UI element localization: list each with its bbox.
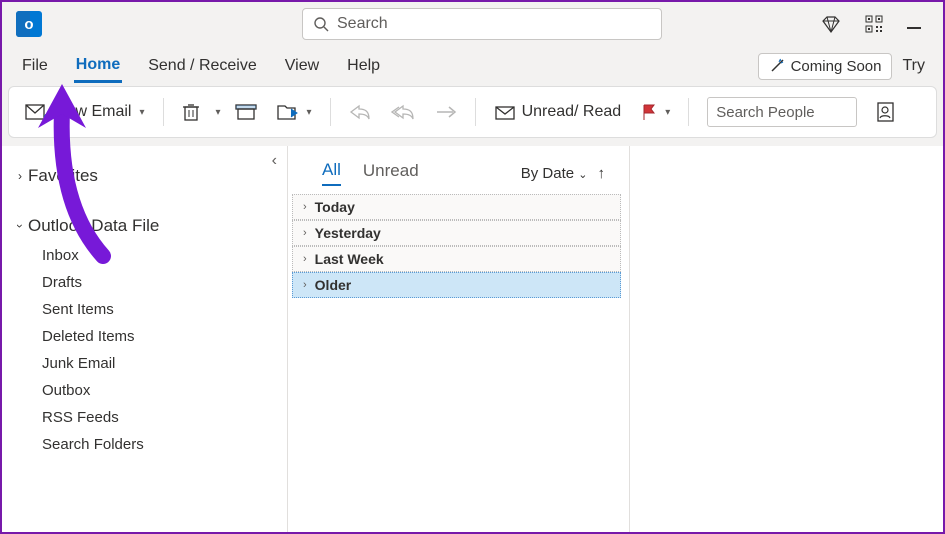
move-icon (277, 103, 299, 121)
new-email-icon (25, 102, 49, 122)
reply-icon (349, 103, 371, 121)
premium-icon[interactable] (821, 14, 841, 34)
reply-all-button[interactable] (385, 99, 421, 125)
data-file-section[interactable]: › Outlook Data File (2, 210, 287, 242)
ribbon: New Email ▾ ▾ ▾ Unread/ Read ▾ Search Pe… (8, 86, 937, 138)
reply-all-icon (391, 103, 415, 121)
wand-icon (769, 58, 785, 74)
reading-pane (630, 146, 943, 532)
separator (475, 98, 476, 126)
favorites-section[interactable]: › Favorites (2, 160, 287, 192)
chevron-right-icon: › (303, 227, 307, 239)
folder-sidebar: ‹ › Favorites › Outlook Data File Inbox … (2, 146, 288, 532)
menu-view[interactable]: View (283, 51, 321, 81)
folder-search-folders[interactable]: Search Folders (2, 431, 287, 458)
search-icon (313, 16, 329, 32)
folder-rss-feeds[interactable]: RSS Feeds (2, 404, 287, 431)
chevron-down-icon: ⌄ (578, 169, 587, 181)
chevron-down-icon: ▾ (307, 107, 312, 118)
chevron-right-icon: › (18, 169, 22, 183)
new-email-button[interactable]: New Email ▾ (19, 98, 151, 126)
separator (688, 98, 689, 126)
folder-deleted-items[interactable]: Deleted Items (2, 323, 287, 350)
menu-file[interactable]: File (20, 51, 50, 81)
chevron-down-icon[interactable]: ▾ (216, 107, 221, 118)
folder-drafts[interactable]: Drafts (2, 269, 287, 296)
minimize-button[interactable] (907, 27, 921, 29)
favorites-label: Favorites (28, 166, 98, 186)
chevron-down-icon: ▾ (665, 107, 670, 118)
folder-junk-email[interactable]: Junk Email (2, 350, 287, 377)
group-older[interactable]: ›Older (292, 272, 621, 298)
collapse-sidebar-icon[interactable]: ‹ (272, 152, 277, 170)
unread-read-button[interactable]: Unread/ Read (488, 99, 628, 125)
reply-button[interactable] (343, 99, 377, 125)
unread-read-label: Unread/ Read (522, 103, 622, 121)
search-placeholder: Search (337, 15, 388, 33)
coming-soon-button[interactable]: Coming Soon (758, 53, 893, 80)
trash-icon (182, 102, 200, 122)
message-list: All Unread By Date ⌄ ↑ ›Today ›Yesterday… (288, 146, 630, 532)
outlook-logo-icon: o (16, 11, 42, 37)
filter-all[interactable]: All (322, 160, 341, 186)
folder-inbox[interactable]: Inbox (2, 242, 287, 269)
menu-send-receive[interactable]: Send / Receive (146, 51, 259, 81)
chevron-right-icon: › (303, 279, 307, 291)
filter-unread[interactable]: Unread (363, 161, 419, 185)
chevron-right-icon: › (303, 201, 307, 213)
group-last-week[interactable]: ›Last Week (292, 246, 621, 272)
forward-icon (435, 104, 457, 120)
coming-soon-label: Coming Soon (791, 58, 882, 75)
folder-outbox[interactable]: Outbox (2, 377, 287, 404)
separator (330, 98, 331, 126)
data-file-label: Outlook Data File (28, 216, 159, 236)
archive-button[interactable] (229, 99, 263, 125)
title-bar: o Search (2, 2, 943, 46)
search-people-placeholder: Search People (716, 104, 814, 121)
group-today[interactable]: ›Today (292, 194, 621, 220)
search-input[interactable]: Search (302, 8, 662, 40)
new-email-label: New Email (55, 103, 131, 121)
separator (163, 98, 164, 126)
group-yesterday[interactable]: ›Yesterday (292, 220, 621, 246)
folder-sent-items[interactable]: Sent Items (2, 296, 287, 323)
menu-home[interactable]: Home (74, 50, 122, 83)
archive-icon (235, 103, 257, 121)
flag-icon (641, 103, 657, 121)
delete-button[interactable] (176, 98, 206, 126)
search-people-input[interactable]: Search People (707, 97, 857, 127)
address-book-icon (875, 101, 895, 123)
sort-direction-button[interactable]: ↑ (598, 165, 606, 182)
envelope-icon (494, 103, 516, 121)
chevron-down-icon: ▾ (139, 107, 144, 118)
sort-button[interactable]: By Date ⌄ (521, 165, 588, 182)
chevron-right-icon: › (303, 253, 307, 265)
flag-button[interactable]: ▾ (635, 99, 676, 125)
try-label[interactable]: Try (902, 57, 925, 75)
menu-bar: File Home Send / Receive View Help Comin… (2, 46, 943, 86)
qr-icon[interactable] (865, 15, 883, 33)
address-book-button[interactable] (869, 97, 901, 127)
forward-button[interactable] (429, 100, 463, 124)
chevron-down-icon: › (13, 224, 27, 228)
move-button[interactable]: ▾ (271, 99, 318, 125)
menu-help[interactable]: Help (345, 51, 382, 81)
main-area: ‹ › Favorites › Outlook Data File Inbox … (2, 146, 943, 532)
